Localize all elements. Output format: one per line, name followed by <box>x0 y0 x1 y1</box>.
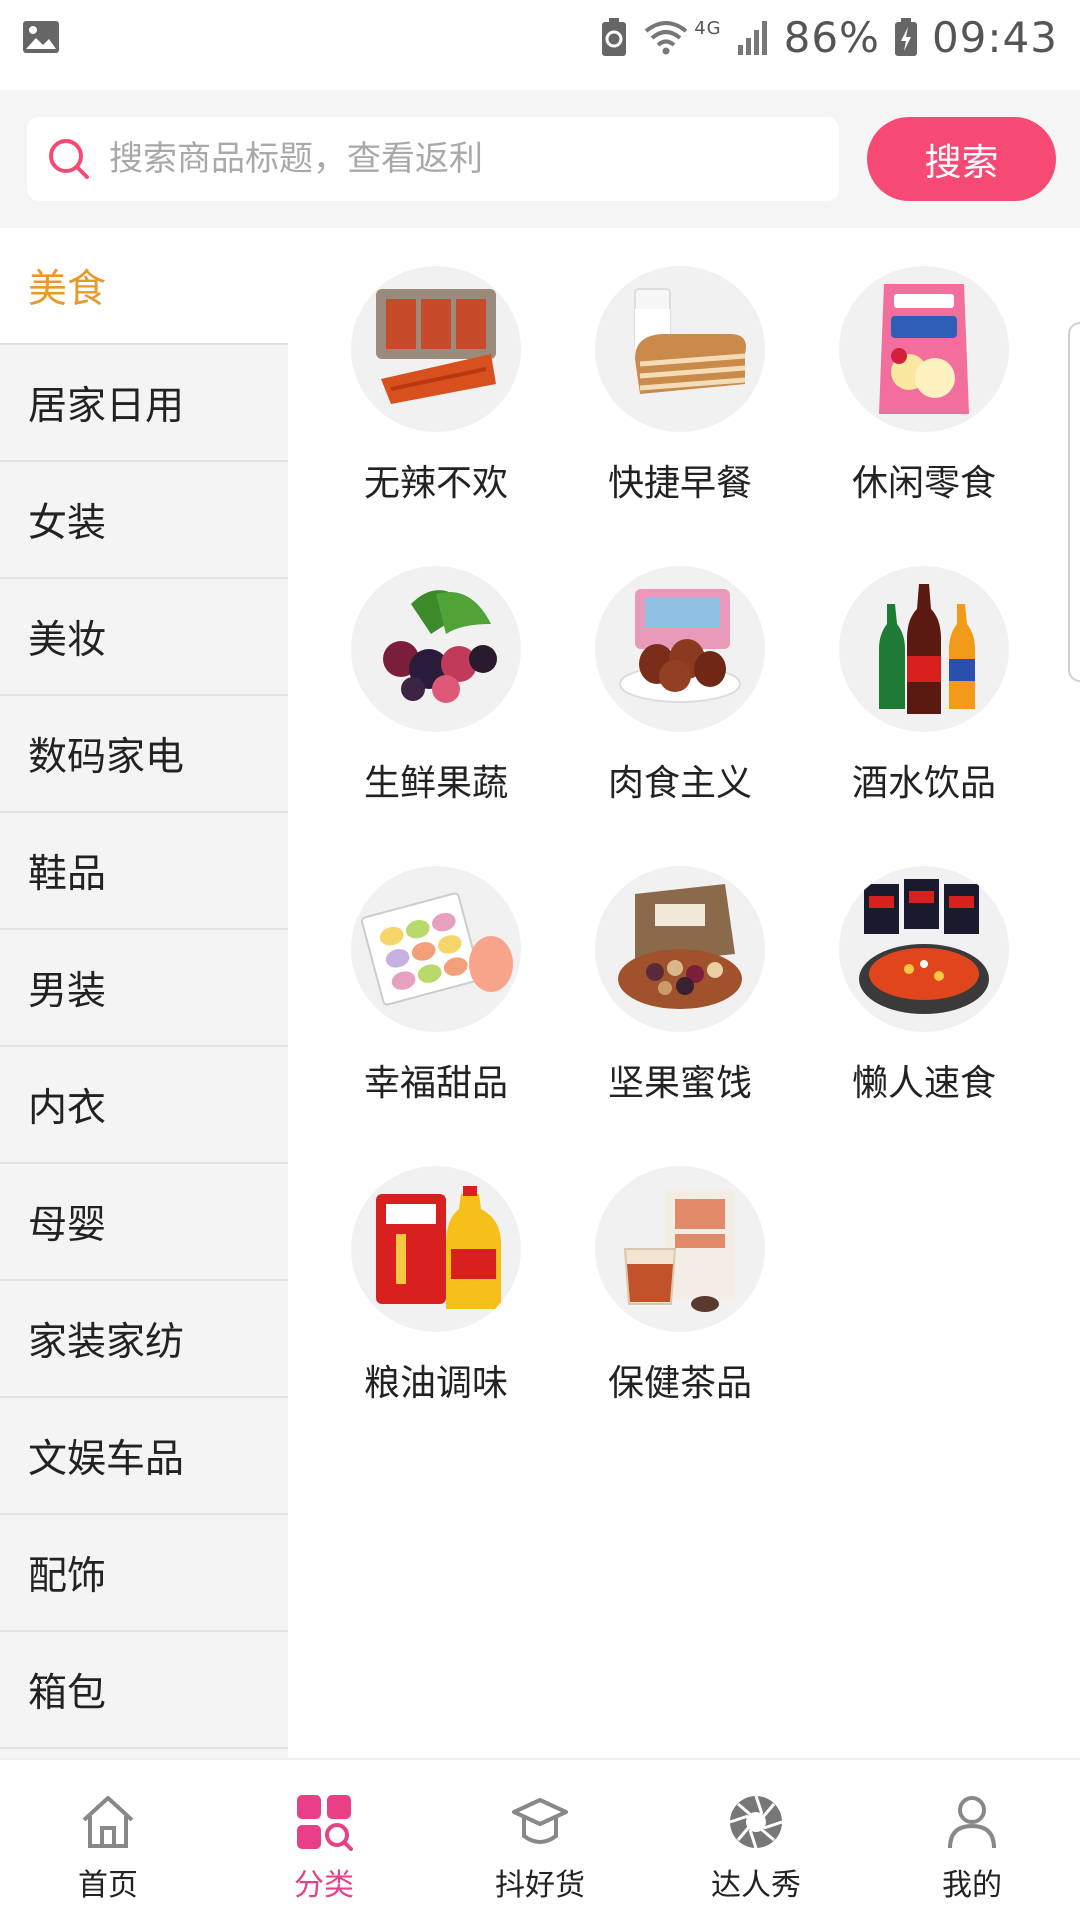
nav-influencer-show[interactable]: 达人秀 <box>648 1760 864 1920</box>
subcategory-label: 酒水饮品 <box>851 763 996 804</box>
nav-category[interactable]: 分类 <box>216 1760 432 1920</box>
sidebar-item-accessories[interactable]: 配饰 <box>0 1515 288 1632</box>
sidebar-item-underwear[interactable]: 内衣 <box>0 1047 288 1164</box>
subcategory-nuts[interactable]: 坚果蜜饯 <box>580 866 780 1106</box>
search-input[interactable] <box>109 139 829 179</box>
instant-noodles-image <box>839 866 1009 1032</box>
subcategory-label: 幸福甜品 <box>363 1063 508 1104</box>
sidebar-item-baby[interactable]: 母婴 <box>0 1164 288 1281</box>
clock: 09:43 <box>931 12 1058 62</box>
sidebar-item-shoes[interactable]: 鞋品 <box>0 813 288 930</box>
search-box[interactable] <box>27 117 839 201</box>
gallery-icon <box>23 21 59 53</box>
nav-label: 我的 <box>942 1868 1002 1903</box>
nav-label: 分类 <box>294 1868 354 1903</box>
nav-label: 首页 <box>78 1868 138 1903</box>
subcategory-label: 生鲜果蔬 <box>363 763 508 804</box>
category-sidebar: 美食 居家日用 女装 美妆 数码家电 鞋品 男装 内衣 母婴 家装家纺 文娱车品… <box>0 228 288 1758</box>
sidebar-item-mens-clothing[interactable]: 男装 <box>0 930 288 1047</box>
subcategory-label: 快捷早餐 <box>607 463 752 504</box>
sidebar-item-entertainment-car[interactable]: 文娱车品 <box>0 1398 288 1515</box>
wifi-icon <box>644 21 688 55</box>
status-bar: 4G 86% 09:43 <box>0 0 1080 74</box>
subcategory-spicy[interactable]: 无辣不欢 <box>336 266 536 506</box>
search-button[interactable]: 搜索 <box>867 117 1056 201</box>
status-icons: 4G 86% 09:43 <box>600 13 1058 62</box>
subcategory-health-tea[interactable]: 保健茶品 <box>580 1166 780 1406</box>
subcategory-label: 粮油调味 <box>363 1363 508 1404</box>
aperture-icon <box>729 1795 783 1849</box>
subcategory-grid: 无辣不欢 快捷早餐 休闲零食 生鲜果蔬 肉食主义 酒水饮品 幸福甜品 坚果蜜饯 … <box>288 228 1080 1758</box>
user-icon <box>948 1796 996 1849</box>
nav-home[interactable]: 首页 <box>0 1760 216 1920</box>
scroll-handle[interactable] <box>1068 322 1080 682</box>
network-type: 4G <box>694 17 722 39</box>
macarons-image <box>351 866 521 1032</box>
search-icon <box>49 139 89 179</box>
battery-icon <box>894 18 917 56</box>
sidebar-item-electronics[interactable]: 数码家电 <box>0 696 288 813</box>
battery-percent: 86% <box>783 12 880 62</box>
subcategory-breakfast[interactable]: 快捷早餐 <box>580 266 780 506</box>
subcategory-grain-oil[interactable]: 粮油调味 <box>336 1166 536 1406</box>
subcategory-label: 肉食主义 <box>607 763 752 804</box>
meat-image <box>595 566 765 732</box>
subcategory-label: 懒人速食 <box>851 1063 996 1104</box>
subcategory-desserts[interactable]: 幸福甜品 <box>336 866 536 1106</box>
signal-icon <box>737 21 767 55</box>
sidebar-item-womens-clothing[interactable]: 女装 <box>0 462 288 579</box>
category-page: 4G 86% 09:43 搜索商品标题，查看返利 搜索 美食 居家日用 女装 美… <box>0 0 1080 1920</box>
breakfast-image <box>595 266 765 432</box>
home-icon <box>82 1796 134 1848</box>
nav-profile[interactable]: 我的 <box>864 1760 1080 1920</box>
battery-saver-icon <box>602 18 627 56</box>
nav-good-stuff[interactable]: 抖好货 <box>432 1760 648 1920</box>
bottom-nav: 首页 分类 抖好货 达人秀 我的 <box>0 1758 1080 1920</box>
subcategory-instant-food[interactable]: 懒人速食 <box>824 866 1024 1106</box>
nav-label: 达人秀 <box>711 1868 801 1903</box>
sidebar-item-food[interactable]: 美食 <box>0 228 288 345</box>
sidebar-item-beauty[interactable]: 美妆 <box>0 579 288 696</box>
subcategory-meat[interactable]: 肉食主义 <box>580 566 780 806</box>
drinks-image <box>839 566 1009 732</box>
sidebar-item-home-textiles[interactable]: 家装家纺 <box>0 1281 288 1398</box>
subcategory-label: 坚果蜜饯 <box>607 1063 752 1104</box>
subcategory-drinks[interactable]: 酒水饮品 <box>824 566 1024 806</box>
subcategory-fresh-produce[interactable]: 生鲜果蔬 <box>336 566 536 806</box>
subcategory-label: 休闲零食 <box>851 463 996 504</box>
subcategory-snacks[interactable]: 休闲零食 <box>824 266 1024 506</box>
berries-image <box>351 566 521 732</box>
search-area: 搜索 <box>0 90 1080 228</box>
category-icon <box>297 1795 353 1851</box>
graduation-cap-icon <box>512 1798 568 1844</box>
subcategory-label: 无辣不欢 <box>363 463 508 504</box>
tea-image <box>595 1166 765 1332</box>
rice-oil-image <box>351 1166 521 1332</box>
spicy-snacks-image <box>351 266 521 432</box>
subcategory-label: 保健茶品 <box>607 1363 752 1404</box>
sidebar-item-household[interactable]: 居家日用 <box>0 345 288 462</box>
nav-label: 抖好货 <box>495 1868 585 1903</box>
chips-image <box>839 266 1009 432</box>
sidebar-item-bags[interactable]: 箱包 <box>0 1632 288 1749</box>
nuts-image <box>595 866 765 1032</box>
